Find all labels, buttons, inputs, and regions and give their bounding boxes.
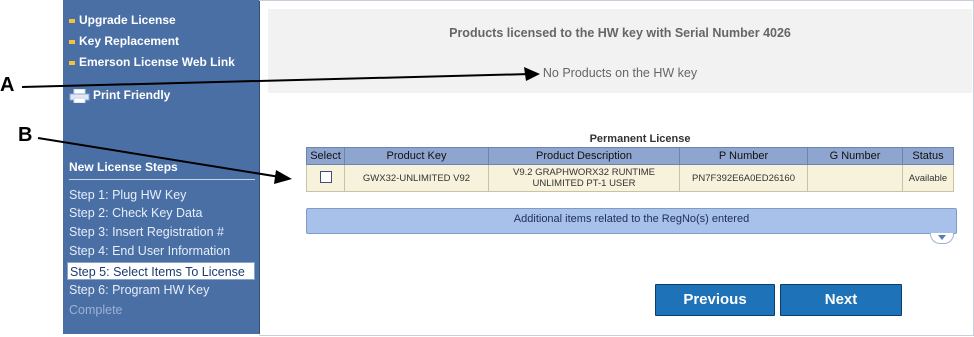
checkbox-icon[interactable] <box>319 170 332 183</box>
step-2[interactable]: Step 2: Check Key Data <box>69 206 202 220</box>
callout-label-b: B <box>18 124 33 146</box>
sidebar-link-upgrade-license[interactable]: Upgrade License <box>69 13 176 27</box>
sidebar-link-label: Key Replacement <box>79 34 180 48</box>
sidebar-link-key-replacement[interactable]: Key Replacement <box>69 34 179 48</box>
hw-key-title: Products licensed to the HW key with Ser… <box>449 26 791 40</box>
license-table: Select Product Key Product Description P… <box>306 147 954 192</box>
column-header-g-number: G Number <box>807 147 903 165</box>
select-cell <box>306 164 345 192</box>
step-3[interactable]: Step 3: Insert Registration # <box>69 225 224 239</box>
print-friendly-label: Print Friendly <box>93 88 171 102</box>
column-header-p-number: P Number <box>679 147 808 165</box>
sidebar-link-label: Upgrade License <box>79 13 176 27</box>
previous-button[interactable]: Previous <box>655 284 775 316</box>
divider <box>69 179 255 180</box>
hw-key-panel: Products licensed to the HW key with Ser… <box>268 9 972 93</box>
square-bullet-icon <box>69 18 75 23</box>
additional-items-header[interactable]: Additional items related to the RegNo(s)… <box>306 208 957 234</box>
product-key-cell: GWX32-UNLIMITED V92 <box>344 164 489 192</box>
sidebar-link-label: Emerson License Web Link <box>79 55 235 69</box>
square-bullet-icon <box>69 39 75 44</box>
table-header-row: Select Product Key Product Description P… <box>306 147 954 165</box>
chevron-down-icon <box>938 235 946 240</box>
sidebar: Upgrade License Key Replacement Emerson … <box>63 0 260 334</box>
callout-label-a: A <box>0 74 15 96</box>
printer-icon <box>69 88 91 104</box>
g-number-cell <box>807 164 903 192</box>
column-header-status: Status <box>902 147 954 165</box>
step-6[interactable]: Step 6: Program HW Key <box>69 283 209 297</box>
step-5-active[interactable]: Step 5: Select Items To License <box>67 262 255 280</box>
hw-key-message: No Products on the HW key <box>542 66 698 80</box>
column-header-select: Select <box>306 147 345 165</box>
status-cell: Available <box>902 164 954 192</box>
sidebar-link-emerson-web[interactable]: Emerson License Web Link <box>69 55 235 69</box>
permanent-license-title: Permanent License <box>589 133 691 145</box>
next-button[interactable]: Next <box>780 284 902 316</box>
step-1[interactable]: Step 1: Plug HW Key <box>69 188 186 202</box>
column-header-product-description: Product Description <box>488 147 680 165</box>
square-bullet-icon <box>69 60 75 65</box>
step-4[interactable]: Step 4: End User Information <box>69 244 230 258</box>
column-header-product-key: Product Key <box>344 147 489 165</box>
steps-title: New License Steps <box>69 160 178 174</box>
product-description-cell: V9.2 GRAPHWORX32 RUNTIME UNLIMITED PT-1 … <box>488 164 680 192</box>
print-friendly-link[interactable]: Print Friendly <box>69 88 171 104</box>
p-number-cell: PN7F392E6A0ED26160 <box>679 164 808 192</box>
step-complete: Complete <box>69 303 123 317</box>
table-row: GWX32-UNLIMITED V92 V9.2 GRAPHWORX32 RUN… <box>306 164 954 192</box>
